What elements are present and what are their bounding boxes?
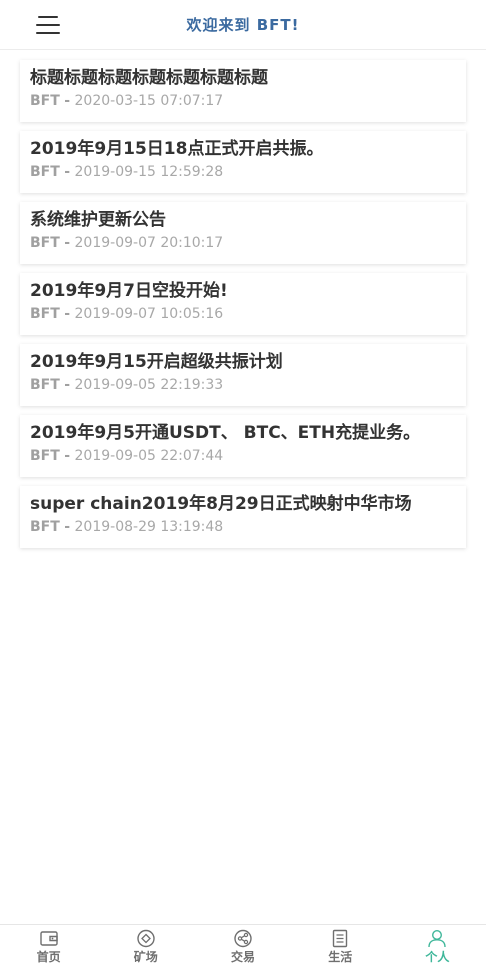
news-meta: BFT - 2020-03-15 07:07:17: [30, 91, 456, 111]
news-meta: BFT - 2019-09-07 20:10:17: [30, 233, 456, 253]
news-time: 2019-09-15 12:59:28: [74, 164, 224, 180]
tab-label: 矿场: [133, 950, 158, 964]
news-meta: BFT - 2019-08-29 13:19:48: [30, 517, 456, 537]
news-time: 2019-09-07 20:10:17: [74, 235, 224, 251]
news-meta: BFT - 2019-09-15 12:59:28: [30, 162, 456, 182]
news-title: 标题标题标题标题标题标题标题: [30, 68, 268, 88]
news-item[interactable]: 系统维护更新公告 BFT - 2019-09-07 20:10:17: [20, 202, 466, 264]
news-meta: BFT - 2019-09-05 22:07:44: [30, 446, 456, 466]
tab-trade[interactable]: 交易: [194, 925, 291, 969]
news-time: 2019-09-05 22:19:33: [74, 377, 224, 393]
news-separator: -: [64, 448, 71, 464]
news-item[interactable]: 2019年9月7日空投开始! BFT - 2019-09-07 10:05:16: [20, 273, 466, 335]
page-title: 欢迎来到 BFT!: [186, 16, 300, 34]
news-source: BFT: [30, 93, 60, 109]
top-header: 欢迎来到 BFT!: [0, 0, 486, 50]
news-time: 2020-03-15 07:07:17: [74, 93, 224, 109]
news-item[interactable]: 标题标题标题标题标题标题标题 BFT - 2020-03-15 07:07:17: [20, 60, 466, 122]
person-icon: [428, 929, 447, 948]
tab-mine[interactable]: 矿场: [97, 925, 194, 969]
news-title: 2019年9月7日空投开始!: [30, 281, 228, 301]
news-separator: -: [64, 93, 71, 109]
news-source: BFT: [30, 519, 60, 535]
news-time: 2019-08-29 13:19:48: [74, 519, 224, 535]
news-separator: -: [64, 377, 71, 393]
share-icon: [234, 929, 252, 948]
tab-home[interactable]: 首页: [0, 925, 97, 969]
tab-life[interactable]: 生活: [292, 925, 389, 969]
news-title: 2019年9月15日18点正式开启共振。: [30, 139, 324, 159]
news-time: 2019-09-07 10:05:16: [74, 306, 224, 322]
tab-personal[interactable]: 个人: [389, 925, 486, 969]
news-source: BFT: [30, 164, 60, 180]
mine-icon: [137, 929, 155, 948]
tab-label: 交易: [231, 950, 256, 964]
news-source: BFT: [30, 306, 60, 322]
news-item[interactable]: 2019年9月5开通USDT、 BTC、ETH充提业务。 BFT - 2019-…: [20, 415, 466, 477]
news-title: 系统维护更新公告: [30, 210, 166, 230]
news-separator: -: [64, 235, 71, 251]
news-separator: -: [64, 164, 71, 180]
document-icon: [333, 929, 348, 948]
news-separator: -: [64, 519, 71, 535]
news-meta: BFT - 2019-09-05 22:19:33: [30, 375, 456, 395]
news-title: 2019年9月15开启超级共振计划: [30, 352, 283, 372]
news-source: BFT: [30, 377, 60, 393]
news-title: 2019年9月5开通USDT、 BTC、ETH充提业务。: [30, 423, 421, 443]
news-title: super chain2019年8月29日正式映射中华市场: [30, 494, 412, 514]
news-list: 标题标题标题标题标题标题标题 BFT - 2020-03-15 07:07:17…: [20, 60, 466, 557]
news-source: BFT: [30, 448, 60, 464]
news-item[interactable]: super chain2019年8月29日正式映射中华市场 BFT - 2019…: [20, 486, 466, 548]
news-source: BFT: [30, 235, 60, 251]
tab-label: 生活: [328, 950, 353, 964]
news-separator: -: [64, 306, 71, 322]
app-screen: 欢迎来到 BFT! 标题标题标题标题标题标题标题 BFT - 2020-03-1…: [0, 0, 486, 969]
news-item[interactable]: 2019年9月15日18点正式开启共振。 BFT - 2019-09-15 12…: [20, 131, 466, 193]
news-time: 2019-09-05 22:07:44: [74, 448, 224, 464]
bottom-tab-bar: 首页 矿场 交易 生活 个人: [0, 924, 486, 969]
wallet-icon: [39, 931, 58, 946]
news-meta: BFT - 2019-09-07 10:05:16: [30, 304, 456, 324]
news-item[interactable]: 2019年9月15开启超级共振计划 BFT - 2019-09-05 22:19…: [20, 344, 466, 406]
tab-label: 个人: [425, 950, 450, 964]
tab-label: 首页: [36, 950, 61, 964]
